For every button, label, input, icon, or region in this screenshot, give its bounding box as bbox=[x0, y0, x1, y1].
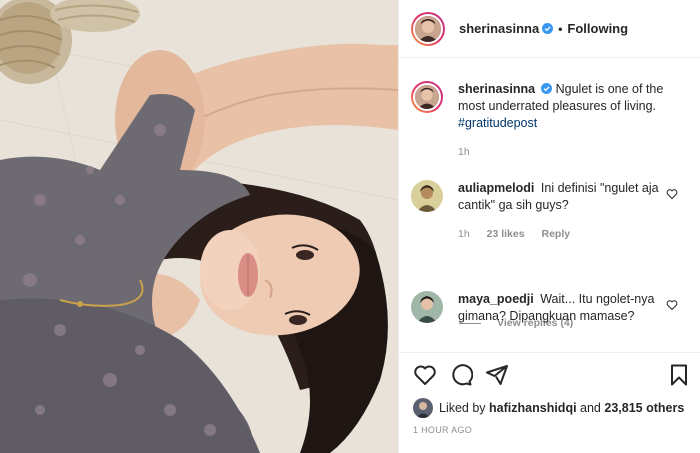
post-timestamp[interactable]: 1 HOUR AGO bbox=[413, 425, 472, 435]
comment-like-heart-icon[interactable] bbox=[666, 299, 678, 311]
liker-avatar[interactable] bbox=[413, 398, 433, 418]
likes-summary: Liked by hafizhanshidqi and 23,815 other… bbox=[413, 398, 684, 418]
share-icon[interactable] bbox=[485, 363, 509, 387]
likes-and: and bbox=[580, 401, 601, 415]
commenter-username[interactable]: auliapmelodi bbox=[458, 181, 534, 195]
liked-by-label: Liked by bbox=[439, 401, 486, 415]
comment-like-heart-icon[interactable] bbox=[666, 188, 678, 200]
verified-badge-icon bbox=[541, 83, 553, 94]
comments-list[interactable]: sherinasinna Ngulet is one of the most u… bbox=[399, 59, 700, 351]
commenter-username[interactable]: maya_poedji bbox=[458, 292, 534, 306]
hashtag-link[interactable]: #gratitudepost bbox=[458, 116, 537, 130]
commenter-avatar[interactable] bbox=[411, 291, 443, 323]
comment-likes[interactable]: 23 likes bbox=[487, 228, 525, 240]
verified-badge-icon bbox=[542, 23, 554, 34]
commenter-avatar[interactable] bbox=[411, 180, 443, 212]
comment-icon[interactable] bbox=[449, 363, 473, 387]
separator-dot: • bbox=[558, 21, 563, 36]
author-avatar[interactable] bbox=[411, 11, 445, 46]
post-image bbox=[0, 0, 398, 453]
liker-username[interactable]: hafizhanshidqi bbox=[489, 401, 577, 415]
post-header: sherinasinna • Following bbox=[399, 0, 700, 58]
reply-button[interactable]: Reply bbox=[541, 228, 570, 240]
likes-others[interactable]: 23,815 others bbox=[604, 401, 684, 415]
post-photo[interactable] bbox=[0, 0, 398, 453]
caption-text: sherinasinna Ngulet is one of the most u… bbox=[458, 81, 668, 161]
comment-text: maya_poedji Wait... Itu ngolet-nya giman… bbox=[458, 291, 668, 325]
bookmark-icon[interactable] bbox=[667, 363, 691, 387]
comment-meta: 1h 23 likes Reply bbox=[458, 226, 668, 243]
post-sidebar: sherinasinna • Following sherinasinna Ng… bbox=[398, 0, 700, 453]
comment-time[interactable]: 1h bbox=[458, 228, 470, 240]
caption-username[interactable]: sherinasinna bbox=[458, 82, 535, 96]
comment-text: auliapmelodi Ini definisi "ngulet aja ca… bbox=[458, 180, 668, 243]
following-button[interactable]: Following bbox=[567, 21, 628, 36]
caption-time[interactable]: 1h bbox=[458, 146, 470, 158]
instagram-post: sherinasinna • Following sherinasinna Ng… bbox=[0, 0, 700, 453]
caption-avatar[interactable] bbox=[411, 81, 443, 113]
post-actions: Liked by hafizhanshidqi and 23,815 other… bbox=[399, 352, 700, 442]
author-username[interactable]: sherinasinna bbox=[459, 21, 539, 36]
caption-meta: 1h bbox=[458, 144, 668, 161]
heart-icon[interactable] bbox=[413, 363, 437, 387]
